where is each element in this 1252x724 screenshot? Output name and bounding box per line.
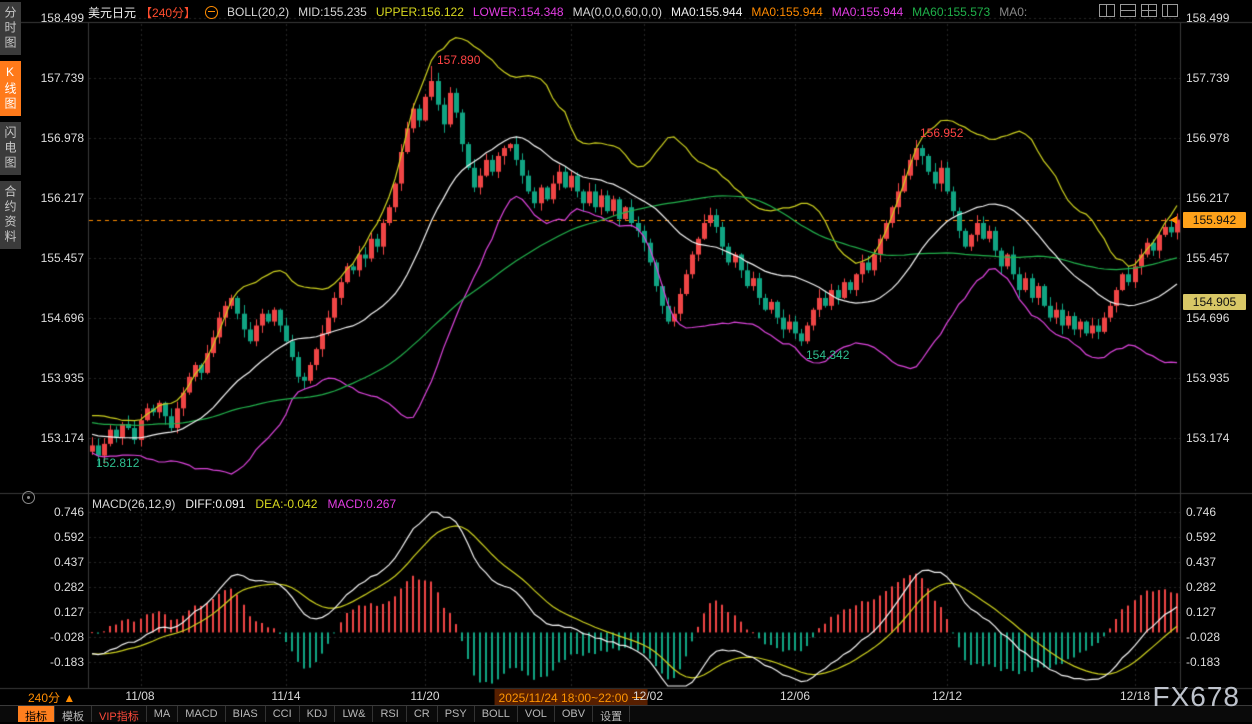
indicator-obv[interactable]: OBV: [555, 706, 593, 722]
price-axis-label: 158.499: [0, 11, 84, 25]
indicator-cr[interactable]: CR: [407, 706, 438, 722]
macd-axis-label: 0.746: [1186, 505, 1248, 519]
secondary-price-badge: 154.905: [1183, 294, 1246, 310]
trading-app-window: 美元日元 【240分】 BOLL(20,2) MID:155.235 UPPER…: [0, 0, 1252, 722]
indicator-bias[interactable]: BIAS: [226, 706, 266, 722]
indicator-vol[interactable]: VOL: [518, 706, 555, 722]
macd-header: MACD(26,12,9) DIFF:0.091 DEA:-0.042 MACD…: [92, 497, 396, 511]
settings-button[interactable]: 设置: [593, 706, 630, 722]
minus-circle-icon[interactable]: [205, 6, 218, 19]
price-axis-label: 153.935: [1186, 371, 1248, 385]
fx678-watermark: FX678: [1153, 681, 1241, 713]
candlestick-chart-canvas[interactable]: [0, 0, 1252, 722]
macd-axis-label: 0.592: [1186, 530, 1248, 544]
indicator-cci[interactable]: CCI: [266, 706, 300, 722]
last-price-badge: 155.942: [1183, 212, 1246, 228]
high-price-annotation: 157.890: [437, 53, 480, 67]
indicator-toolbar: 指标 模板 VIP指标 MA MACD BIAS CCI KDJ LW& RSI…: [0, 705, 1252, 722]
price-axis-label: 154.696: [1186, 311, 1248, 325]
price-axis-label: 156.217: [1186, 191, 1248, 205]
tab-vip-indicators[interactable]: VIP指标: [92, 706, 147, 722]
macd-axis-label: 0.437: [1186, 555, 1248, 569]
price-axis-label: 157.739: [1186, 71, 1248, 85]
timeframe-selector[interactable]: 240分 ▲: [28, 689, 75, 706]
split-vertical-icon[interactable]: [1099, 4, 1115, 17]
indicator-value: MID:155.235: [298, 5, 367, 19]
price-axis-label: 156.978: [1186, 131, 1248, 145]
sidebar-item-lightning-chart[interactable]: 闪电图: [0, 122, 21, 175]
indicator-value: LOWER:154.348: [473, 5, 564, 19]
macd-diff-value: DIFF:0.091: [185, 497, 245, 511]
layout-icons-group: [1099, 4, 1178, 17]
macd-indicator-name: MACD(26,12,9): [92, 497, 175, 511]
indicator-macd[interactable]: MACD: [178, 706, 225, 722]
time-axis: 240分 ▲ 11/08 11/14 11/20 2025/11/24 18:0…: [0, 688, 1252, 704]
macd-axis-label: -0.028: [1186, 630, 1248, 644]
macd-axis-label: 0.127: [0, 605, 84, 619]
split-sidebar-icon[interactable]: [1162, 4, 1178, 17]
split-grid-icon[interactable]: [1141, 4, 1157, 17]
time-tick: 12/02: [633, 689, 663, 703]
tab-indicators[interactable]: 指标: [18, 706, 55, 722]
indicator-value: MA0:155.944: [671, 5, 742, 19]
chart-header: 美元日元 【240分】 BOLL(20,2) MID:155.235 UPPER…: [88, 3, 1027, 21]
macd-axis-label: 0.282: [0, 580, 84, 594]
indicator-kdj[interactable]: KDJ: [300, 706, 336, 722]
time-tick: 12/18: [1120, 689, 1150, 703]
macd-axis-label: 0.437: [0, 555, 84, 569]
price-axis-label: 155.457: [1186, 251, 1248, 265]
time-tick: 11/20: [410, 689, 439, 703]
price-axis-label: 157.739: [0, 71, 84, 85]
macd-axis-label: -0.183: [1186, 655, 1248, 669]
indicator-value: MA0:155.944: [751, 5, 822, 19]
macd-axis-label: -0.183: [0, 655, 84, 669]
indicator-rsi[interactable]: RSI: [373, 706, 406, 722]
period-label: 【240分】: [140, 4, 196, 21]
last-price-arrow-icon: [1170, 216, 1177, 224]
macd-dea-value: DEA:-0.042: [255, 497, 317, 511]
price-axis-label: 153.174: [1186, 431, 1248, 445]
price-axis-label: 156.978: [0, 131, 84, 145]
indicator-lwr[interactable]: LW&: [335, 706, 373, 722]
time-tick: 11/08: [125, 689, 154, 703]
panel-collapse-icon[interactable]: [22, 491, 35, 504]
chart-type-sidebar: 分时图 K线图 闪电图 合约资料: [0, 2, 18, 249]
time-tick: 12/12: [932, 689, 962, 703]
price-axis-label: 153.174: [0, 431, 84, 445]
split-horizontal-icon[interactable]: [1120, 4, 1136, 17]
indicator-boll[interactable]: BOLL: [475, 706, 518, 722]
indicator-value: MA(0,0,0,60,0,0): [573, 5, 662, 19]
macd-axis-label: -0.028: [0, 630, 84, 644]
time-tick: 12/06: [780, 689, 810, 703]
macd-axis-label: 0.592: [0, 530, 84, 544]
sidebar-item-timeline-chart[interactable]: 分时图: [0, 2, 21, 55]
low-price-annotation: 152.812: [96, 456, 139, 470]
price-axis-label: 153.935: [0, 371, 84, 385]
symbol-name: 美元日元: [88, 4, 136, 21]
indicator-value: BOLL(20,2): [227, 5, 289, 19]
indicator-psy[interactable]: PSY: [438, 706, 475, 722]
indicator-ma[interactable]: MA: [147, 706, 179, 722]
sidebar-item-kline-chart[interactable]: K线图: [0, 61, 21, 116]
price-axis-label: 156.217: [0, 191, 84, 205]
high-price-annotation: 156.952: [920, 126, 963, 140]
price-axis-label: 158.499: [1186, 11, 1248, 25]
macd-hist-value: MACD:0.267: [327, 497, 396, 511]
macd-axis-label: 0.746: [0, 505, 84, 519]
low-price-annotation: 154.342: [806, 348, 849, 362]
indicator-value: MA60:155.573: [912, 5, 990, 19]
price-axis-label: 155.457: [0, 251, 84, 265]
time-tick: 11/14: [271, 689, 300, 703]
tab-templates[interactable]: 模板: [55, 706, 92, 722]
selected-candle-time: 2025/11/24 18:00~22:00 一: [495, 689, 648, 706]
macd-axis-label: 0.127: [1186, 605, 1248, 619]
indicator-value: MA0:155.944: [832, 5, 903, 19]
indicator-value: UPPER:156.122: [376, 5, 464, 19]
price-axis-label: 154.696: [0, 311, 84, 325]
macd-axis-label: 0.282: [1186, 580, 1248, 594]
indicator-value: MA0:: [999, 5, 1027, 19]
